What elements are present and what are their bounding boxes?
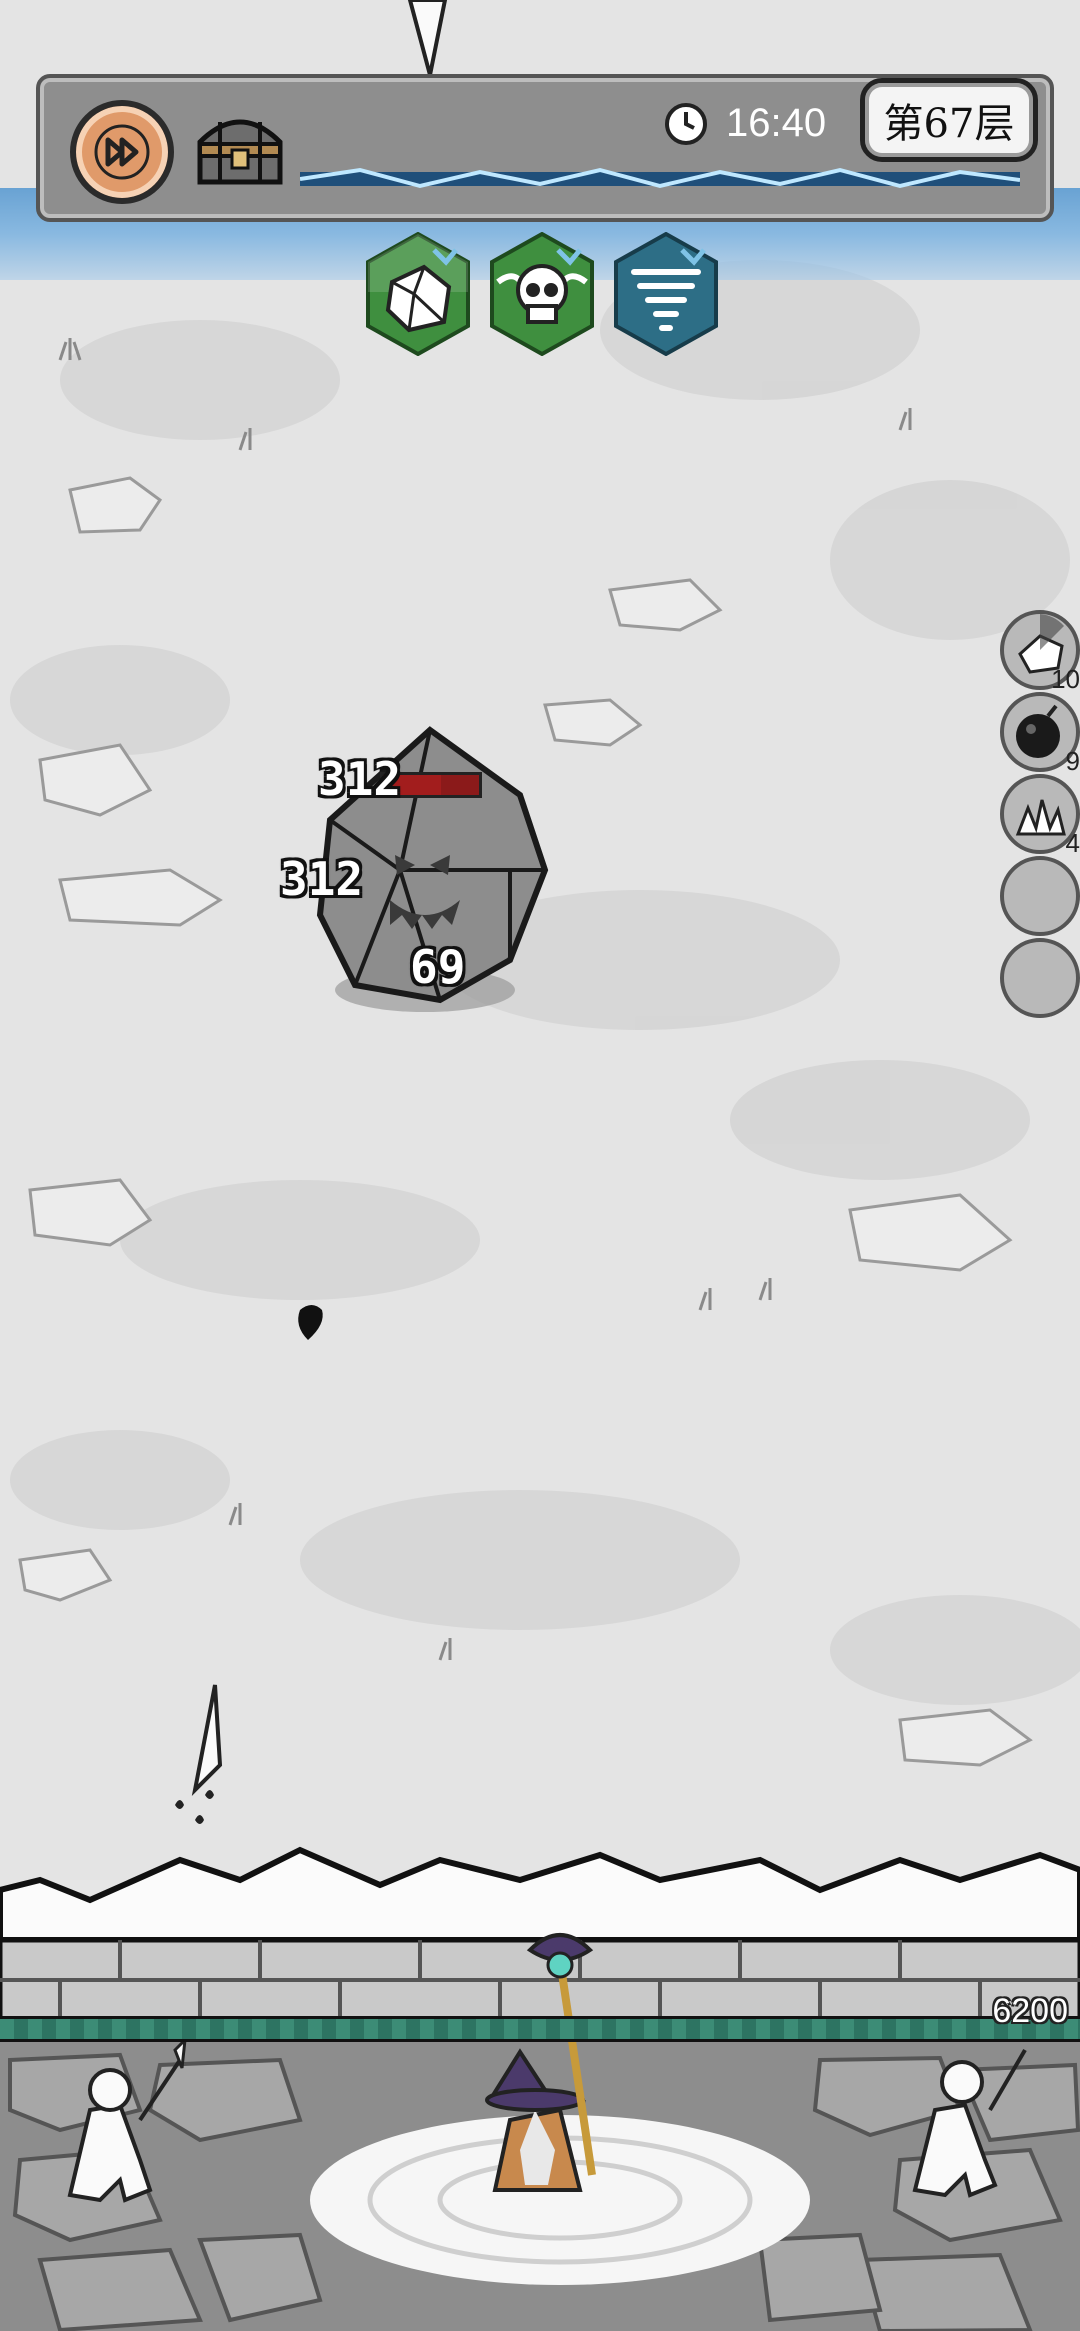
buff-count-bomb: 9 [1065,746,1080,776]
damage-number: 312 [280,852,364,906]
damage-number: 312 [318,752,402,806]
fast-forward-button[interactable] [70,100,174,204]
wall-hp-bar [0,2016,1080,2042]
clock-icon [665,103,707,145]
fast-forward-icon [94,124,150,180]
damage-number: 69 [410,940,466,994]
skill-tornado-icon[interactable] [612,232,720,356]
timer-text: 16:40 [726,101,827,145]
floor-level-badge: 第67层 [860,78,1038,162]
wall-hp-fill [0,2019,1080,2039]
buff-count-ice: 4 [1065,828,1080,858]
treasure-chest-icon [197,119,283,185]
buff-count-rock: 10 [1051,664,1080,694]
wall-hp-value: 6200 [992,1992,1068,2030]
buff-slot-empty-2[interactable] [1000,938,1080,1018]
skill-rock-icon[interactable] [364,232,472,356]
skill-skull-icon[interactable] [488,232,596,356]
treasure-chest-button[interactable] [190,102,290,192]
boss-timer-lightning-bar [300,167,1020,189]
buff-slot-empty-1[interactable] [1000,856,1080,936]
